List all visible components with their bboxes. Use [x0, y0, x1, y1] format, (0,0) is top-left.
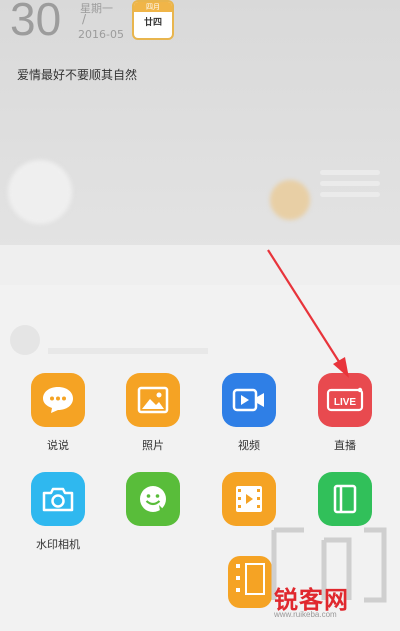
- calendar-badge: 四月 廿四: [132, 0, 174, 40]
- camera-icon: [31, 472, 85, 526]
- app-shuoshuo[interactable]: 说说: [23, 373, 93, 453]
- notebook-icon: [318, 472, 372, 526]
- profile-motto: 爱情最好不要顺其自然: [17, 68, 138, 82]
- calendar-badge-month: 四月: [134, 2, 172, 12]
- app-photo[interactable]: 照片: [118, 373, 188, 453]
- live-badge-text: LIVE: [334, 397, 357, 408]
- date-day-number: 30: [10, 0, 62, 45]
- app-label: 水印相机: [36, 538, 80, 551]
- calendar-badge-day: 廿四: [143, 18, 162, 28]
- blurred-badge: [270, 180, 310, 220]
- video-camera-icon: [222, 373, 276, 427]
- app-watermark-camera[interactable]: 水印相机: [23, 472, 93, 552]
- date-slash: /: [82, 12, 87, 26]
- app-video[interactable]: 视频: [214, 373, 284, 453]
- film-icon: [222, 472, 276, 526]
- app-label: 照片: [142, 439, 164, 452]
- photo-icon: [126, 373, 180, 427]
- app-label: 直播: [334, 439, 356, 452]
- blurred-feed-background: 30 星期一 / 2016-05 四月 廿四 爱情最好不要顺其自然: [0, 0, 400, 250]
- site-watermark: 锐客网 www.ruikeba.com: [274, 576, 392, 619]
- smiley-icon: [126, 472, 180, 526]
- live-tv-icon: LIVE: [318, 373, 372, 427]
- app-label: 视频: [238, 439, 260, 452]
- blurred-avatar: [8, 160, 72, 224]
- app-label: 说说: [47, 439, 69, 452]
- faded-feed-row: [10, 325, 220, 365]
- app-sticker[interactable]: [118, 472, 188, 536]
- watermark-url: www.ruikeba.com: [274, 610, 337, 619]
- app-live[interactable]: LIVE 直播: [310, 373, 380, 453]
- faded-toolbar: [0, 245, 400, 285]
- blurred-text-lines: [320, 170, 380, 200]
- date-year-month: 2016-05: [78, 28, 124, 41]
- chat-bubble-icon: [31, 373, 85, 427]
